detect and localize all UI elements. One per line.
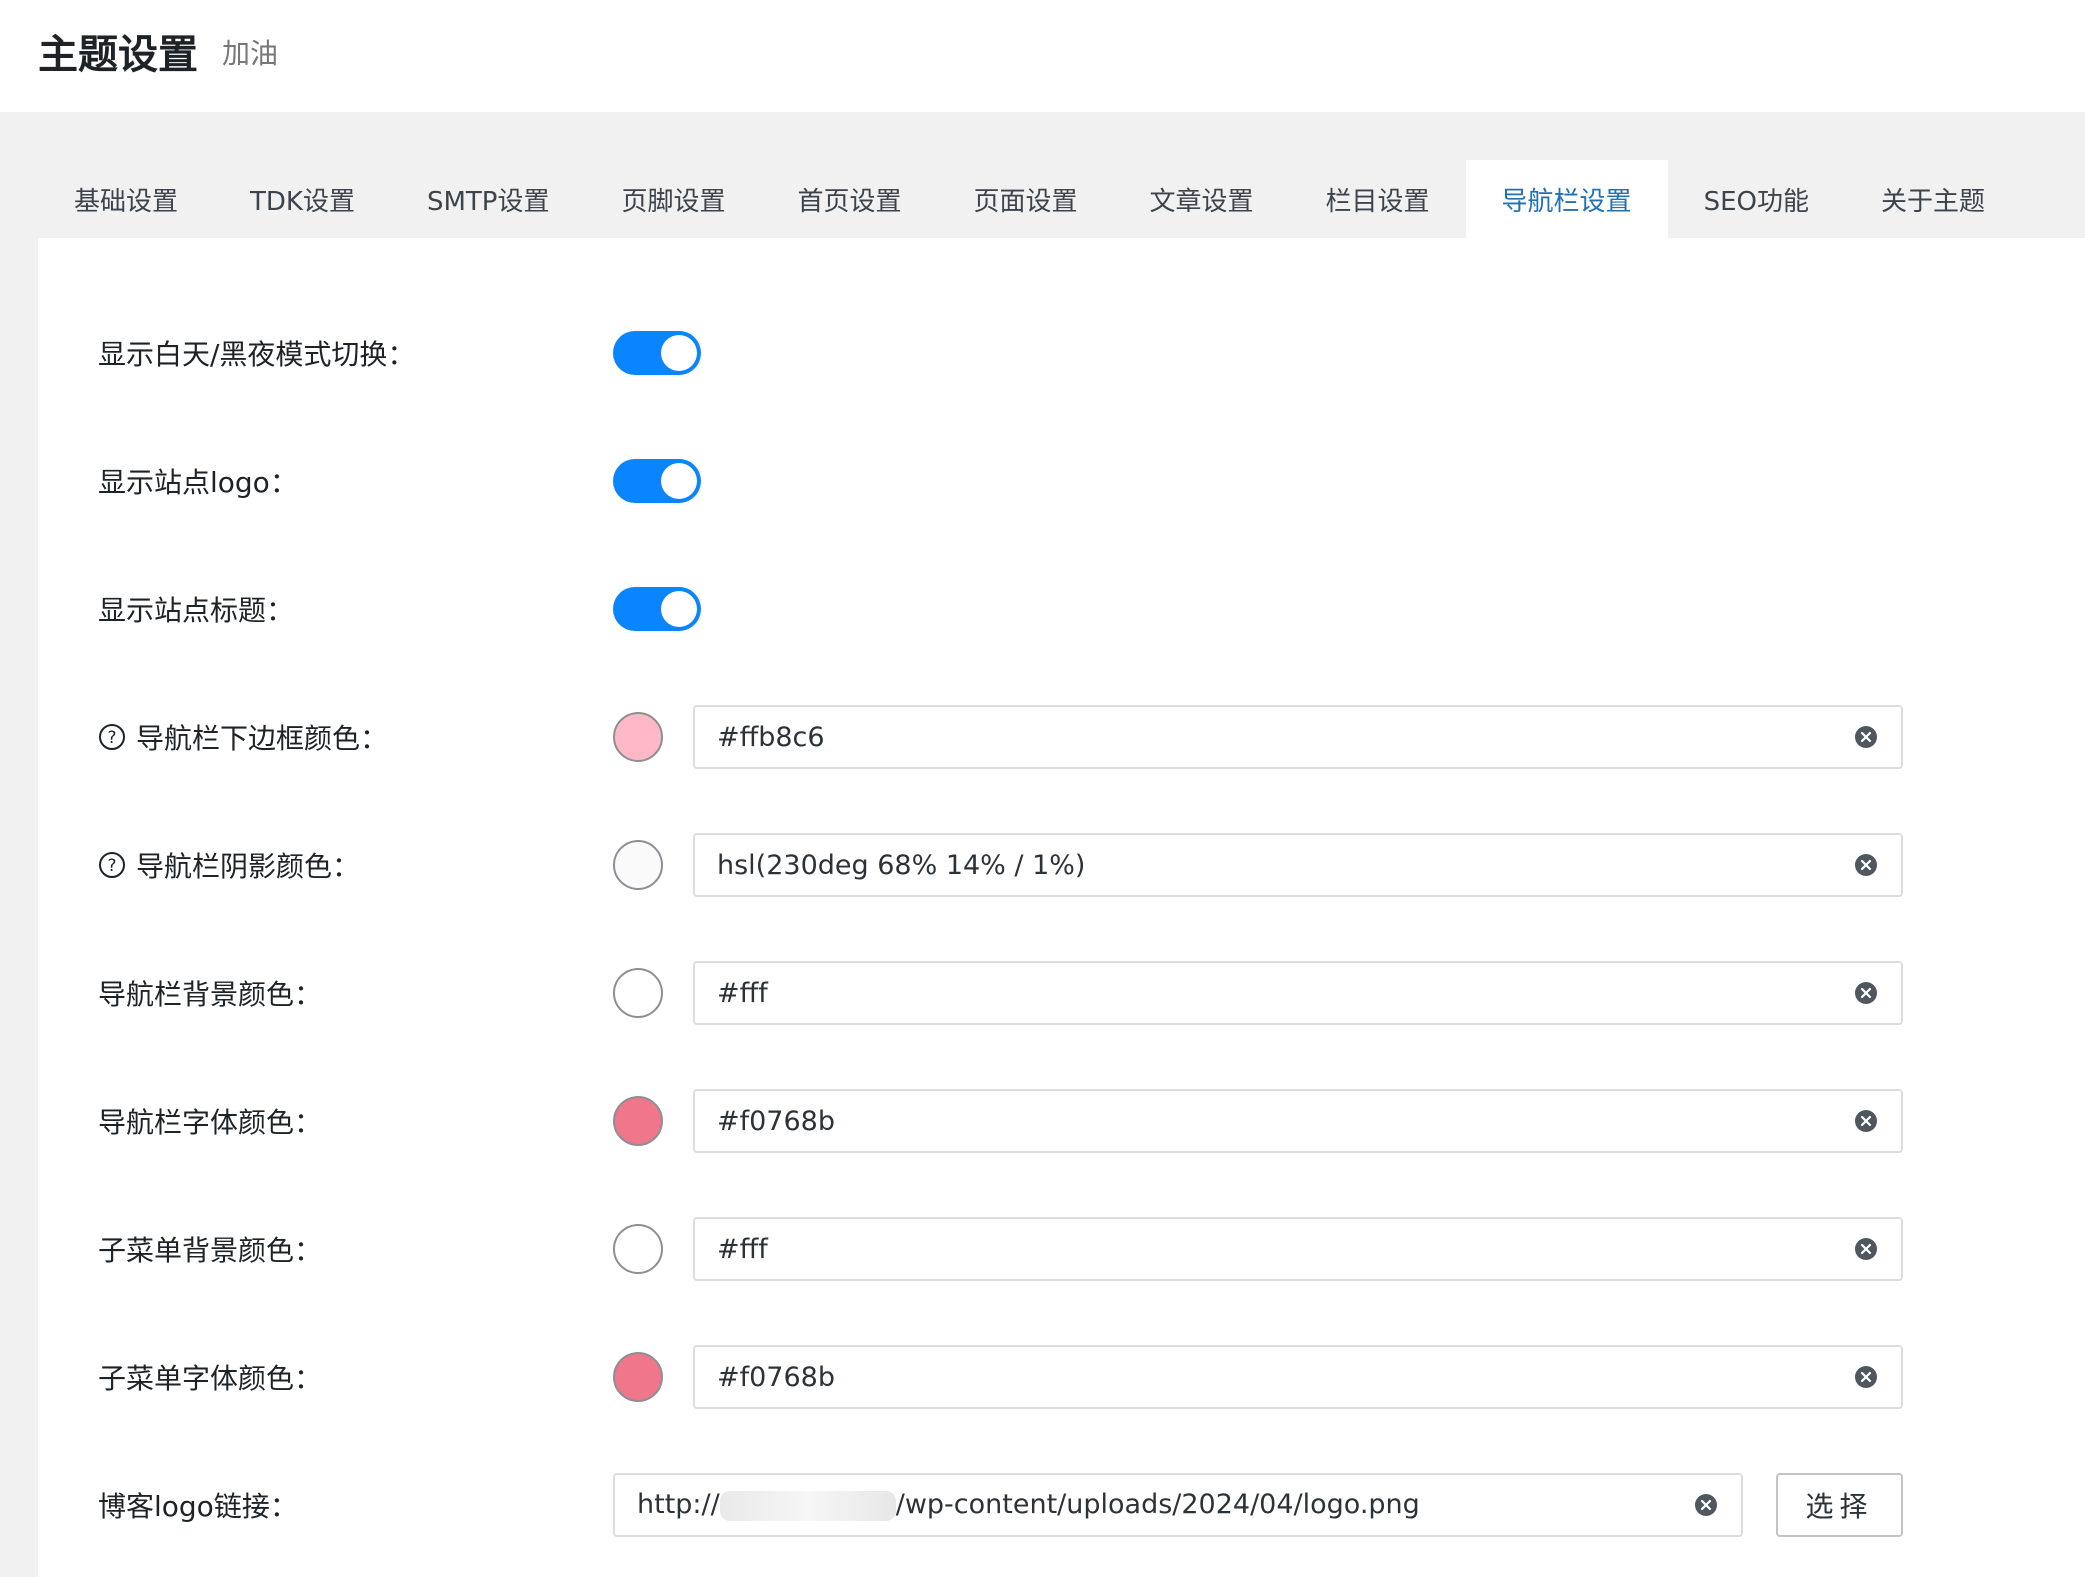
setting-label-text: 子菜单背景颜色： xyxy=(98,1234,323,1267)
submenu-bg-color-swatch[interactable] xyxy=(613,1224,663,1274)
tab-footer[interactable]: 页脚设置 xyxy=(585,160,761,238)
help-circle-icon[interactable]: ? xyxy=(98,851,126,879)
setting-label: ? 导航栏阴影颜色： xyxy=(98,825,360,905)
border-color-swatch[interactable] xyxy=(613,712,663,762)
day-night-toggle[interactable] xyxy=(613,331,701,375)
select-logo-button[interactable]: 选择 xyxy=(1776,1473,1903,1537)
submenu-bg-color-value: #fff xyxy=(717,1233,768,1265)
setting-label-text: 博客logo链接： xyxy=(98,1490,298,1523)
setting-label: 子菜单背景颜色： xyxy=(98,1209,322,1289)
submenu-font-color-value: #f0768b xyxy=(717,1361,835,1393)
setting-row-submenu-bg-color: 子菜单背景颜色： #fff xyxy=(38,1209,2085,1289)
submenu-font-color-swatch[interactable] xyxy=(613,1352,663,1402)
setting-row-submenu-font-color: 子菜单字体颜色： #f0768b xyxy=(38,1337,2085,1417)
tab-smtp[interactable]: SMTP设置 xyxy=(391,160,586,238)
logo-url-prefix: http:// xyxy=(637,1489,720,1521)
clear-circle-icon[interactable] xyxy=(1693,1492,1719,1518)
setting-row-day-night: 显示白天/黑夜模式切换： xyxy=(38,313,2085,393)
clear-circle-icon[interactable] xyxy=(1853,1236,1879,1262)
border-color-field[interactable]: #ffb8c6 xyxy=(693,705,1903,769)
shadow-color-swatch[interactable] xyxy=(613,840,663,890)
setting-label: 显示站点标题： xyxy=(98,569,294,649)
font-color-value: #f0768b xyxy=(717,1105,835,1137)
tab-about[interactable]: 关于主题 xyxy=(1845,160,2021,238)
toggle-knob xyxy=(661,591,697,627)
tab-tdk[interactable]: TDK设置 xyxy=(214,160,391,238)
clear-circle-icon[interactable] xyxy=(1853,980,1879,1006)
setting-label-text: 导航栏下边框颜色： xyxy=(136,722,389,755)
page-subtitle: 加油 xyxy=(222,37,279,70)
clear-circle-icon[interactable] xyxy=(1853,724,1879,750)
logo-url-suffix: /wp-content/uploads/2024/04/logo.png xyxy=(895,1489,1420,1521)
toggle-knob xyxy=(661,335,697,371)
logo-url-value: http:// /wp-content/uploads/2024/04/logo.… xyxy=(615,1489,1693,1521)
show-title-toggle[interactable] xyxy=(613,587,701,631)
submenu-bg-color-field[interactable]: #fff xyxy=(693,1217,1903,1281)
setting-label: ? 导航栏下边框颜色： xyxy=(98,697,388,777)
font-color-swatch[interactable] xyxy=(613,1096,663,1146)
setting-label: 导航栏背景颜色： xyxy=(98,953,322,1033)
page-title: 主题设置 xyxy=(38,32,198,78)
clear-circle-icon[interactable] xyxy=(1853,1364,1879,1390)
font-color-field[interactable]: #f0768b xyxy=(693,1089,1903,1153)
setting-label-text: 导航栏字体颜色： xyxy=(98,1106,323,1139)
setting-label-text: 子菜单字体颜色： xyxy=(98,1362,323,1395)
setting-label: 博客logo链接： xyxy=(98,1465,298,1545)
setting-label: 导航栏字体颜色： xyxy=(98,1081,322,1161)
bg-color-field[interactable]: #fff xyxy=(693,961,1903,1025)
page-header: 主题设置 加油 xyxy=(0,0,2085,112)
setting-row-show-title: 显示站点标题： xyxy=(38,569,2085,649)
tab-navbar[interactable]: 导航栏设置 xyxy=(1465,160,1668,238)
tab-home[interactable]: 首页设置 xyxy=(761,160,937,238)
tab-basic[interactable]: 基础设置 xyxy=(38,160,214,238)
svg-text:?: ? xyxy=(107,856,116,876)
show-logo-toggle[interactable] xyxy=(613,459,701,503)
toggle-knob xyxy=(661,463,697,499)
tab-seo[interactable]: SEO功能 xyxy=(1668,160,1845,238)
setting-row-logo-url: 博客logo链接： http:// /wp-content/uploads/202… xyxy=(38,1465,2085,1545)
settings-tabs: 基础设置 TDK设置 SMTP设置 页脚设置 首页设置 页面设置 文章设置 栏目… xyxy=(38,160,2021,238)
shadow-color-value: hsl(230deg 68% 14% / 1%) xyxy=(717,849,1086,881)
shadow-color-field[interactable]: hsl(230deg 68% 14% / 1%) xyxy=(693,833,1903,897)
settings-panel: 显示白天/黑夜模式切换： 显示站点logo： 显示站点标题： ? 导航栏下边框颜… xyxy=(38,238,2085,1577)
setting-row-font-color: 导航栏字体颜色： #f0768b xyxy=(38,1081,2085,1161)
clear-circle-icon[interactable] xyxy=(1853,852,1879,878)
setting-label-text: 显示白天/黑夜模式切换： xyxy=(98,338,416,371)
setting-label-text: 导航栏背景颜色： xyxy=(98,978,323,1011)
bg-color-value: #fff xyxy=(717,977,768,1009)
tab-post[interactable]: 文章设置 xyxy=(1114,160,1290,238)
redacted-host xyxy=(719,1490,896,1521)
tab-category[interactable]: 栏目设置 xyxy=(1290,160,1466,238)
bg-color-swatch[interactable] xyxy=(613,968,663,1018)
setting-row-shadow-color: ? 导航栏阴影颜色： hsl(230deg 68% 14% / 1%) xyxy=(38,825,2085,905)
setting-label-text: 显示站点logo： xyxy=(98,466,298,499)
svg-text:?: ? xyxy=(107,728,116,748)
setting-row-bg-color: 导航栏背景颜色： #fff xyxy=(38,953,2085,1033)
setting-label: 子菜单字体颜色： xyxy=(98,1337,322,1417)
help-circle-icon[interactable]: ? xyxy=(98,723,126,751)
setting-row-border-color: ? 导航栏下边框颜色： #ffb8c6 xyxy=(38,697,2085,777)
setting-label: 显示站点logo： xyxy=(98,441,298,521)
logo-url-field[interactable]: http:// /wp-content/uploads/2024/04/logo.… xyxy=(613,1473,1743,1537)
border-color-value: #ffb8c6 xyxy=(717,721,825,753)
clear-circle-icon[interactable] xyxy=(1853,1108,1879,1134)
submenu-font-color-field[interactable]: #f0768b xyxy=(693,1345,1903,1409)
setting-label: 显示白天/黑夜模式切换： xyxy=(98,313,415,393)
setting-row-show-logo: 显示站点logo： xyxy=(38,441,2085,521)
tab-page[interactable]: 页面设置 xyxy=(938,160,1114,238)
setting-label-text: 显示站点标题： xyxy=(98,594,295,627)
setting-label-text: 导航栏阴影颜色： xyxy=(136,850,361,883)
